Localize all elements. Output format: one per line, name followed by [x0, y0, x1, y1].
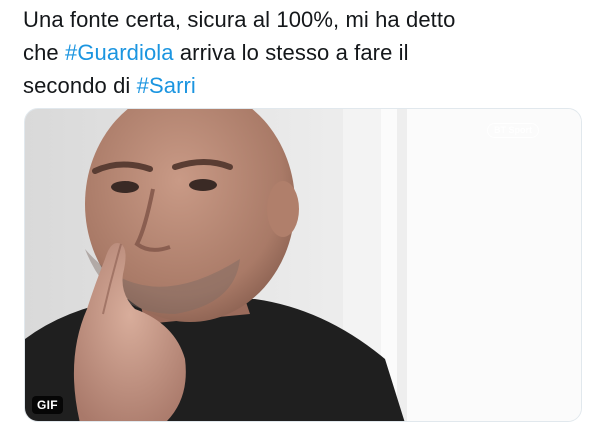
gif-badge: GIF — [32, 396, 63, 414]
hashtag-guardiola-link[interactable]: #Guardiola — [65, 40, 174, 65]
tweet-text-line1: Una fonte certa, sicura al 100%, mi ha d… — [23, 7, 456, 32]
tweet-text-line2-end: arriva lo stesso a fare il — [173, 40, 409, 65]
gif-frame-image — [25, 109, 581, 421]
bt-sport-watermark: BT Sport — [487, 123, 539, 138]
tweet-text-line3-start: secondo di — [23, 73, 137, 98]
tweet-text: Una fonte certa, sicura al 100%, mi ha d… — [23, 3, 583, 102]
hashtag-sarri-link[interactable]: #Sarri — [137, 73, 196, 98]
gif-media[interactable]: BT Sport GIF — [24, 108, 582, 422]
tweet-text-line2-start: che — [23, 40, 65, 65]
